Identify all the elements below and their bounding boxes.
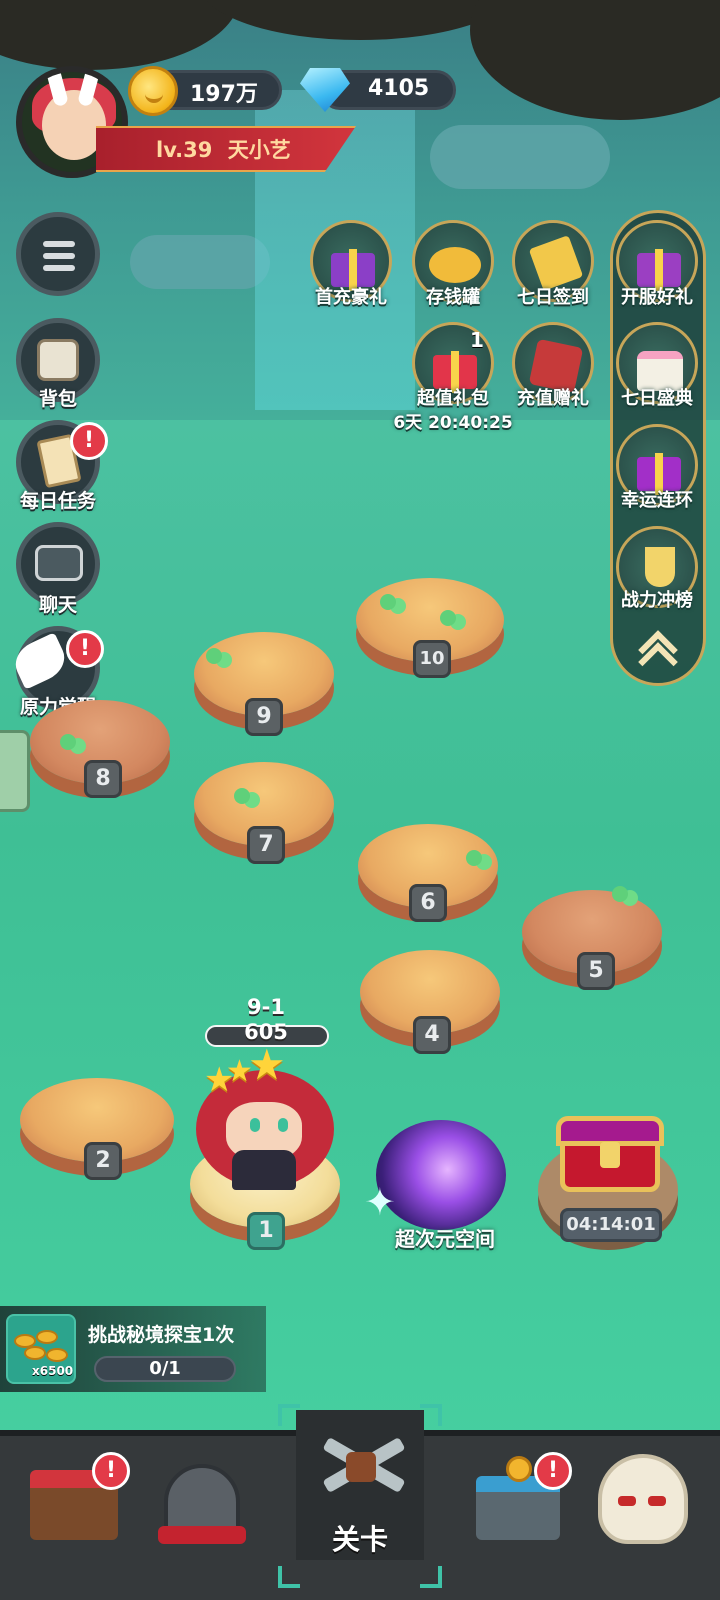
quest-title: 挑战秘境探宝1次 <box>88 1324 235 1346</box>
selection-corner <box>278 1566 300 1588</box>
player-name: 天小艺 <box>227 138 291 162</box>
nav-hero[interactable] <box>150 1446 260 1556</box>
seven-day-event-label: 七日盛典 <box>621 388 693 409</box>
selection-corner <box>420 1404 442 1426</box>
stage-badge-10[interactable]: 10 <box>413 640 451 678</box>
coin-stack-icon <box>46 1348 68 1362</box>
chat-label: 聊天 <box>38 594 77 616</box>
piggy-bank-icon <box>429 247 481 283</box>
player-level-name: lv.39 天小艺 <box>156 134 291 164</box>
nav-boss[interactable] <box>590 1446 700 1556</box>
skull-eye <box>618 1496 636 1506</box>
server-gift-label: 开服好礼 <box>621 287 693 308</box>
clover-decoration <box>440 610 456 626</box>
shop-alert-badge: ! <box>92 1452 130 1490</box>
lucky-chain-label: 幸运连环 <box>621 490 693 511</box>
sparkle-icon: ✦ <box>364 1180 396 1224</box>
cloud <box>130 235 270 289</box>
seven-day-checkin-label: 七日签到 <box>517 287 589 308</box>
stage-badge-4[interactable]: 4 <box>413 1016 451 1054</box>
main-menu-button[interactable] <box>16 212 100 296</box>
quest-reward-count: x6500 <box>32 1364 74 1378</box>
player-character-body <box>232 1150 296 1190</box>
menu-icon-bar <box>43 253 75 259</box>
daily-tasks-label: 每日任务 <box>19 490 96 512</box>
side-drawer-tab[interactable] <box>0 730 30 812</box>
daily-tasks-alert-badge: ! <box>70 422 108 460</box>
portal-label: 超次元空间 <box>395 1227 495 1251</box>
clover-decoration <box>60 734 76 750</box>
treasure-alert-badge: ! <box>534 1452 572 1490</box>
character-eye <box>278 1118 288 1132</box>
clover-decoration <box>234 788 250 804</box>
backpack-label: 背包 <box>38 388 77 410</box>
clover-decoration <box>380 594 396 610</box>
cloud <box>430 125 610 189</box>
skull-icon <box>598 1454 688 1544</box>
stage-badge-8[interactable]: 8 <box>84 760 122 798</box>
coin-icon <box>128 66 178 116</box>
skull-eye <box>648 1496 666 1506</box>
stage-badge-5[interactable]: 5 <box>577 952 615 990</box>
coin-amount: 197万 <box>190 82 258 107</box>
game-scene: 197万 4105 lv.39 天小艺 背包 ! 每日任务 聊天 ! 原力觉醒 … <box>0 0 720 1600</box>
menu-icon-bar <box>43 265 75 271</box>
stage-badge-6[interactable]: 6 <box>409 884 447 922</box>
crossed-swords-icon <box>316 1432 406 1502</box>
collapse-chevron-icon[interactable] <box>636 626 680 682</box>
gift-icon <box>331 249 375 291</box>
force-awakening-alert-badge: ! <box>66 630 104 668</box>
value-pack-timer: 6天 20:40:25 <box>393 413 513 433</box>
player-level: lv.39 <box>156 138 213 162</box>
coin-stack-icon <box>24 1346 46 1360</box>
menu-icon-bar <box>43 241 75 247</box>
character-eye <box>250 1118 260 1132</box>
stage-badge-2[interactable]: 2 <box>84 1142 122 1180</box>
recharge-gift-label: 充值赠礼 <box>517 388 589 409</box>
chest-timer: 04:14:01 <box>560 1208 662 1242</box>
selection-corner <box>420 1566 442 1588</box>
current-stage-id: 9-1 <box>247 995 285 1019</box>
star-icon: ★ <box>248 1040 286 1089</box>
stage-badge-7[interactable]: 7 <box>247 826 285 864</box>
stage-badge-1[interactable]: 1 <box>247 1212 285 1250</box>
coin-stack-icon <box>36 1330 58 1344</box>
scarf <box>158 1526 246 1544</box>
clover-decoration <box>206 648 222 664</box>
clover-decoration <box>612 886 628 902</box>
nav-stages-label: 关卡 <box>331 1523 388 1556</box>
chat-icon <box>35 545 83 581</box>
coin-icon <box>506 1456 532 1482</box>
value-pack-count: 1 <box>470 328 484 352</box>
gem-amount: 4105 <box>368 76 430 101</box>
selection-corner <box>278 1404 300 1426</box>
lock-icon <box>600 1142 620 1168</box>
stage-badge-9[interactable]: 9 <box>245 698 283 736</box>
backpack-icon <box>37 339 79 381</box>
clover-decoration <box>466 850 482 866</box>
power-rank-label: 战力冲榜 <box>621 590 693 611</box>
sword-hilt <box>346 1452 376 1482</box>
quest-progress: 0/1 <box>94 1356 236 1382</box>
trophy-icon <box>645 547 675 587</box>
gift-icon <box>637 249 681 291</box>
